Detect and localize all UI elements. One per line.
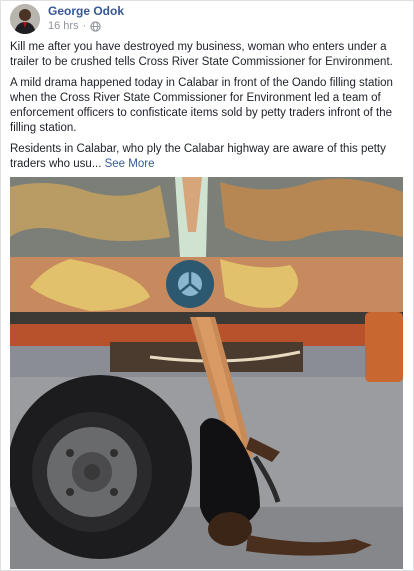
author-avatar[interactable] [10, 4, 40, 34]
post-time-row: 16 hrs · [48, 20, 124, 32]
post-paragraph-2: A mild drama happened today in Calabar i… [10, 77, 393, 134]
post-paragraph-1: Kill me after you have destroyed my busi… [10, 41, 393, 68]
post-meta: George Odok 16 hrs · [48, 3, 124, 37]
post-text: Kill me after you have destroyed my busi… [10, 40, 405, 178]
post-paragraph-truncated: Residents in Calabar, who ply the Calaba… [10, 143, 386, 170]
separator-dot: · [82, 20, 87, 32]
post-photo[interactable] [10, 177, 403, 569]
post-card: George Odok 16 hrs · Kill me after you h… [0, 0, 414, 571]
post-timestamp[interactable]: 16 hrs [48, 20, 79, 32]
post-header: George Odok 16 hrs · [10, 3, 124, 37]
post-paragraph-3: Residents in Calabar, who ply the Calaba… [10, 142, 405, 172]
author-name[interactable]: George Odok [48, 4, 124, 18]
globe-icon[interactable] [90, 20, 101, 32]
see-more-link[interactable]: See More [105, 158, 155, 170]
